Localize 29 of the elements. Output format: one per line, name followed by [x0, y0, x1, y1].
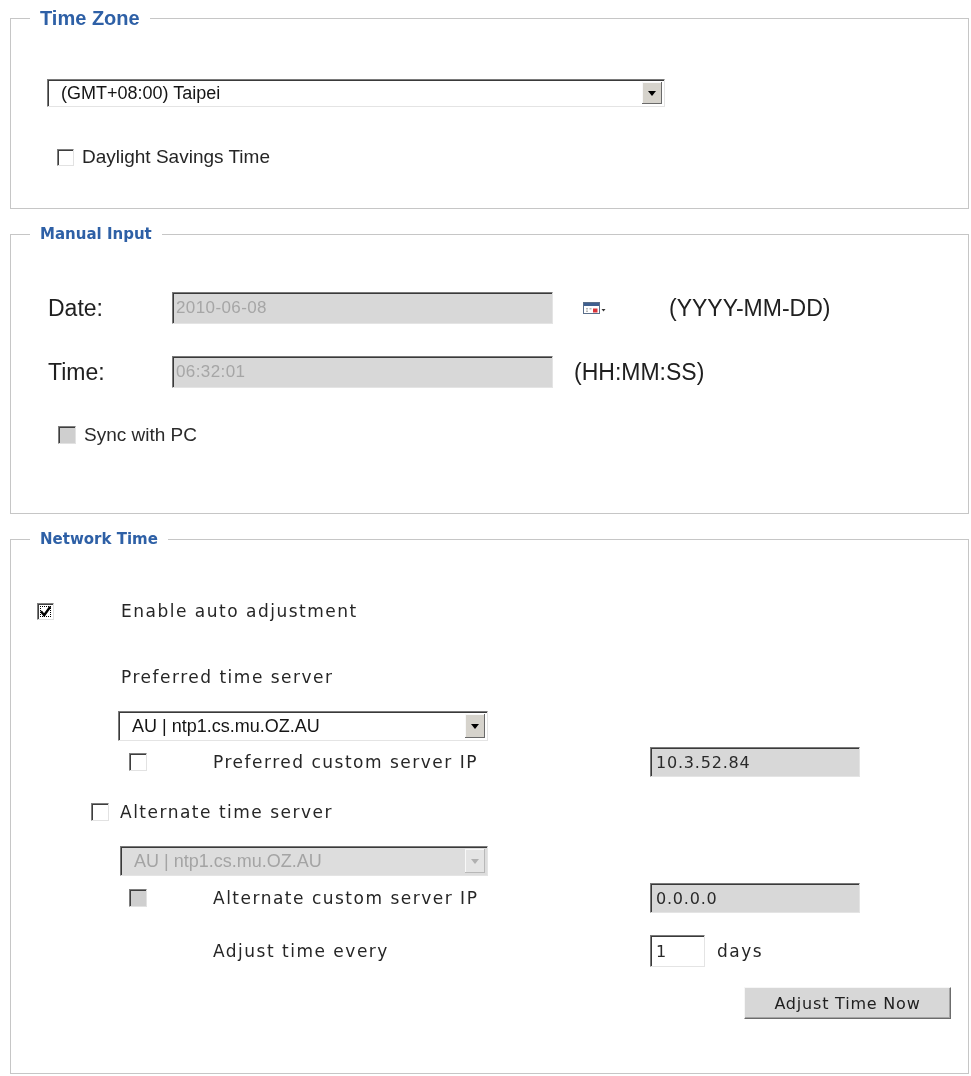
checkbox-label: Enable auto adjustment: [121, 601, 358, 621]
dropdown-arrow-icon: [465, 849, 485, 873]
format-hint: (HH:MM:SS): [574, 358, 705, 386]
section-title: Time Zone: [39, 8, 141, 28]
unit-label: days: [717, 941, 764, 961]
checkbox-label: Alternate custom server IP: [213, 888, 480, 908]
custom-server-checkbox[interactable]: [129, 753, 147, 771]
section-title: Manual Input: [39, 224, 153, 244]
dropdown-arrow-icon: [642, 82, 662, 104]
alternate-server-checkbox[interactable]: [91, 803, 109, 821]
dropdown-arrow-icon: [465, 714, 485, 738]
field-label: Date:: [48, 294, 104, 322]
adjust-time-now-button[interactable]: Adjust Time Now: [744, 987, 951, 1019]
checkbox-label: Alternate time server: [120, 802, 333, 822]
field-label: Time:: [48, 358, 106, 386]
checkbox-label: Sync with PC: [84, 425, 197, 445]
auto-adjust-checkbox[interactable]: [37, 602, 54, 620]
timezone-select[interactable]: (GMT+08:00) Taipei: [47, 79, 665, 107]
field-label: Adjust time every: [213, 941, 390, 961]
section-title: Network Time: [39, 529, 159, 549]
time-server-select[interactable]: AU | ntp1.cs.mu.OZ.AU: [118, 711, 488, 741]
interval-field[interactable]: 1: [650, 935, 705, 967]
checkbox-label: Daylight Savings Time: [82, 147, 270, 167]
checkmark-icon: [40, 605, 51, 617]
field-label: Preferred time server: [121, 667, 334, 687]
format-hint: (YYYY-MM-DD): [669, 294, 831, 322]
ip-field[interactable]: 10.3.52.84: [650, 747, 860, 777]
daylight-savings-checkbox[interactable]: [57, 148, 74, 166]
checkbox-label: Preferred custom server IP: [213, 752, 479, 772]
